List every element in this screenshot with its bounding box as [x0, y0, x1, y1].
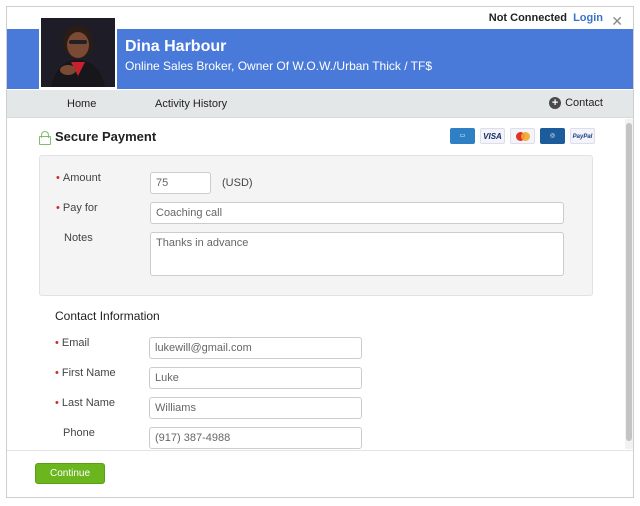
login-link[interactable]: Login — [573, 12, 603, 24]
scrollbar[interactable] — [625, 119, 633, 449]
secure-payment-title: Secure Payment — [55, 129, 157, 144]
first-name-label: • First Name — [55, 367, 116, 379]
connection-status-text: Not Connected — [488, 12, 567, 24]
scrollbar-thumb[interactable] — [626, 123, 632, 441]
nav-contact[interactable]: + Contact — [549, 97, 603, 109]
continue-button[interactable]: Continue — [35, 463, 105, 484]
amount-label: • Amount — [56, 172, 101, 184]
notes-textarea[interactable]: Thanks in advance — [150, 232, 564, 276]
first-name-field[interactable]: Luke — [149, 367, 362, 389]
contact-info-title: Contact Information — [55, 309, 160, 323]
email-field[interactable]: lukewill@gmail.com — [149, 337, 362, 359]
amex-card-icon: ▭ — [450, 128, 475, 144]
lock-icon — [39, 130, 51, 145]
avatar — [39, 16, 117, 89]
mastercard-icon — [510, 128, 535, 144]
nav-home[interactable]: Home — [67, 98, 96, 110]
last-name-field[interactable]: Williams — [149, 397, 362, 419]
phone-label: Phone — [63, 427, 95, 439]
nav-activity-history[interactable]: Activity History — [155, 98, 227, 110]
accepted-cards: ▭ VISA ◎ PayPal — [450, 128, 595, 144]
plus-circle-icon: + — [549, 97, 562, 109]
connection-status: Not Connected Login — [489, 12, 603, 24]
phone-field[interactable]: (917) 387-4988 — [149, 427, 362, 449]
paypal-icon: PayPal — [570, 128, 595, 144]
diners-card-icon: ◎ — [540, 128, 565, 144]
close-icon[interactable]: ✕ — [611, 13, 623, 30]
secure-payment-heading: Secure Payment — [39, 129, 157, 145]
pay-for-input[interactable]: Coaching call — [150, 202, 564, 224]
payment-window: Not Connected Login ✕ Dina Harbour Onlin… — [6, 6, 634, 498]
pay-for-label: • Pay for — [56, 202, 98, 214]
visa-card-icon: VISA — [480, 128, 505, 144]
form-footer: Continue — [7, 450, 633, 497]
amount-input[interactable]: 75 — [150, 172, 211, 194]
profile-title: Online Sales Broker, Owner Of W.O.W./Urb… — [125, 59, 432, 73]
payment-details-panel: • Amount 75 (USD) • Pay for Coaching call … — [39, 155, 593, 296]
avatar-photo — [41, 18, 115, 87]
email-label: • Email — [55, 337, 90, 349]
currency-label: (USD) — [222, 177, 253, 189]
profile-header: Dina Harbour Online Sales Broker, Owner … — [7, 16, 633, 89]
last-name-label: • Last Name — [55, 397, 116, 409]
nav-bar: Home Activity History + Contact — [7, 90, 633, 118]
form-scroll-area[interactable]: Secure Payment ▭ VISA ◎ PayPal • Amount 7… — [7, 119, 633, 449]
notes-label: Notes — [64, 232, 93, 244]
nav-contact-label: Contact — [565, 97, 603, 109]
profile-name: Dina Harbour — [125, 38, 227, 55]
